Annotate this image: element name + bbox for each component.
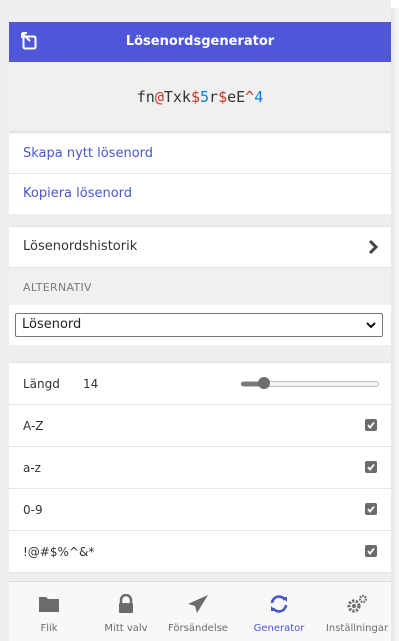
- refresh-icon: [268, 594, 290, 614]
- cogs-icon: [346, 594, 368, 614]
- option-row: 0-9: [9, 489, 391, 531]
- length-label: Längd: [23, 377, 60, 391]
- popout-icon[interactable]: [21, 32, 39, 50]
- lock-icon: [115, 593, 137, 614]
- password-char-sym: ^: [245, 88, 255, 106]
- nav-försändelse[interactable]: Försändelse: [166, 582, 230, 641]
- app-header: Lösenordsgenerator: [9, 22, 391, 62]
- password-history-label: Lösenordshistorik: [23, 239, 138, 254]
- nav-flik[interactable]: Flik: [17, 582, 81, 641]
- paper-plane-icon: [187, 594, 209, 614]
- password-type-value: Lösenord: [22, 317, 82, 332]
- copy-password-button[interactable]: Kopiera lösenord: [9, 174, 391, 214]
- chevron-down-icon: [366, 322, 376, 329]
- checkmark-icon: [367, 547, 375, 555]
- length-row: Längd 14: [9, 363, 391, 405]
- password-type-select[interactable]: Lösenord: [15, 313, 383, 337]
- length-slider[interactable]: [241, 377, 379, 391]
- checkmark-icon: [367, 505, 375, 513]
- password-char-sym: $: [190, 88, 200, 106]
- generated-password: fn@Txk$5r$eE^4: [9, 62, 391, 132]
- nav-mitt-valv[interactable]: Mitt valv: [94, 582, 158, 641]
- password-char-num: 5: [200, 88, 210, 106]
- nav-label: Generator: [253, 623, 305, 634]
- folder-icon: [38, 594, 60, 614]
- regenerate-password-button[interactable]: Skapa nytt lösenord: [9, 134, 391, 174]
- option-checkbox[interactable]: [365, 461, 377, 473]
- option-checkbox[interactable]: [365, 419, 377, 431]
- checkmark-icon: [367, 463, 375, 471]
- password-char-sym: $: [218, 88, 228, 106]
- chevron-right-icon: [368, 239, 379, 255]
- generator-options: Längd 14 A-Z a-z 0-9 !@#$%^&*: [9, 362, 391, 573]
- password-char-let: Txk: [163, 88, 191, 106]
- password-char-sym: @: [154, 88, 164, 106]
- password-history-link[interactable]: Lösenordshistorik: [9, 226, 391, 268]
- type-select-row: Lösenord: [9, 305, 391, 345]
- scrollbar-thumb[interactable]: [395, 8, 399, 641]
- nav-generator[interactable]: Generator: [247, 582, 311, 641]
- option-row: a-z: [9, 447, 391, 489]
- length-value: 14: [83, 377, 99, 391]
- option-row: A-Z: [9, 405, 391, 447]
- options-section-header: ALTERNATIV: [9, 270, 391, 310]
- password-char-let: fn: [136, 88, 155, 106]
- option-label: a-z: [23, 461, 41, 475]
- nav-label: Flik: [40, 623, 58, 634]
- password-char-let: eE: [227, 88, 246, 106]
- nav-label: Försändelse: [168, 623, 228, 634]
- bottom-nav: Flik Mitt valv Försändelse Generator Inställ…: [9, 581, 391, 641]
- nav-inställningar[interactable]: Inställningar: [325, 582, 389, 641]
- popup-panel: Lösenordsgenerator fn@Txk$5r$eE^4 Skapa …: [0, 0, 391, 641]
- checkmark-icon: [367, 421, 375, 429]
- option-checkbox[interactable]: [365, 545, 377, 557]
- option-checkbox[interactable]: [365, 503, 377, 515]
- password-actions: Skapa nytt lösenord Kopiera lösenord: [9, 134, 391, 214]
- option-label: !@#$%^&*: [23, 545, 95, 559]
- slider-thumb[interactable]: [258, 377, 271, 389]
- password-char-num: 4: [254, 88, 264, 106]
- option-label: A-Z: [23, 419, 44, 433]
- nav-label: Inställningar: [325, 623, 389, 634]
- option-label: 0-9: [23, 503, 43, 517]
- scrollbar-gutter: [391, 0, 399, 641]
- option-row: !@#$%^&*: [9, 531, 391, 573]
- page-title: Lösenordsgenerator: [125, 34, 275, 49]
- options-heading: ALTERNATIV: [23, 281, 92, 294]
- password-char-let: r: [209, 88, 219, 106]
